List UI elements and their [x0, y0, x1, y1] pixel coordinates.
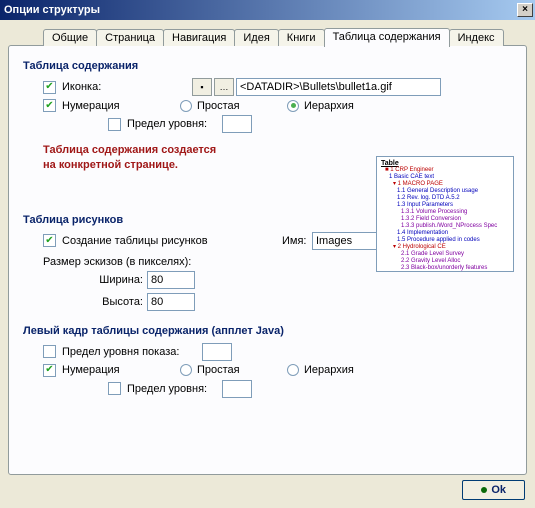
tab-panel: Таблица содержания ✔ Иконка: ▪ … ✔ Нумер…: [8, 45, 527, 475]
window-title: Опции структуры: [4, 4, 100, 16]
lf-level-limit-label: Предел уровня:: [127, 383, 222, 395]
lf-hier-label: Иерархия: [304, 364, 354, 376]
close-button[interactable]: ×: [517, 3, 533, 17]
lf-level-limit-input[interactable]: [222, 380, 252, 398]
figs-width-label: Ширина:: [93, 274, 143, 286]
ok-icon: [481, 487, 487, 493]
icon-path-input[interactable]: [236, 78, 441, 96]
figs-size-label: Размер эскизов (в пикселях):: [43, 256, 191, 268]
icon-browse-button[interactable]: …: [214, 78, 234, 96]
lf-showlevel-checkbox[interactable]: [43, 345, 56, 358]
tab-strip: Общие Страница Навигация Идея Книги Табл…: [43, 28, 527, 46]
lf-showlevel-input[interactable]: [202, 343, 232, 361]
ok-button[interactable]: Ok: [462, 480, 525, 500]
lf-level-limit-checkbox[interactable]: [108, 382, 121, 395]
lf-numbering-label: Нумерация: [62, 364, 152, 376]
toc-icon-checkbox[interactable]: ✔: [43, 81, 56, 94]
toc-level-limit-label: Предел уровня:: [127, 118, 222, 130]
figs-create-checkbox[interactable]: ✔: [43, 234, 56, 247]
toc-icon-label: Иконка:: [62, 81, 152, 93]
tab-toc[interactable]: Таблица содержания: [324, 28, 450, 47]
figs-name-label: Имя:: [282, 235, 312, 247]
ok-label: Ok: [491, 484, 506, 496]
dialog-body: Общие Страница Навигация Идея Книги Табл…: [0, 20, 535, 508]
figs-width-input[interactable]: [147, 271, 195, 289]
icon-preview-button[interactable]: ▪: [192, 78, 212, 96]
toc-hier-radio[interactable]: [287, 100, 299, 112]
lf-simple-radio[interactable]: [180, 364, 192, 376]
tab-idea[interactable]: Идея: [234, 29, 278, 46]
tab-page[interactable]: Страница: [96, 29, 164, 46]
lf-showlevel-label: Предел уровня показа:: [62, 346, 202, 358]
title-bar: Опции структуры ×: [0, 0, 535, 20]
toc-numbering-checkbox[interactable]: ✔: [43, 99, 56, 112]
toc-hier-label: Иерархия: [304, 100, 354, 112]
toc-simple-label: Простая: [197, 100, 267, 112]
tab-index[interactable]: Индекс: [449, 29, 504, 46]
lf-simple-label: Простая: [197, 364, 267, 376]
toc-level-limit-checkbox[interactable]: [108, 118, 121, 131]
tab-books[interactable]: Книги: [278, 29, 325, 46]
leftframe-section-title: Левый кадр таблицы содержания (апплет Ja…: [23, 325, 512, 337]
toc-level-limit-input[interactable]: [222, 115, 252, 133]
figs-create-label: Создание таблицы рисунков: [62, 235, 242, 247]
lf-hier-radio[interactable]: [287, 364, 299, 376]
tab-navigation[interactable]: Навигация: [163, 29, 235, 46]
figs-height-label: Высота:: [93, 296, 143, 308]
toc-section-title: Таблица содержания: [23, 60, 512, 72]
lf-numbering-checkbox[interactable]: ✔: [43, 364, 56, 377]
toc-numbering-label: Нумерация: [62, 100, 152, 112]
tab-general[interactable]: Общие: [43, 29, 97, 46]
toc-simple-radio[interactable]: [180, 100, 192, 112]
figs-height-input[interactable]: [147, 293, 195, 311]
preview-title: Table: [381, 160, 509, 167]
toc-preview: Table ■ 1 CRP Engineer 1 Basic CAE text …: [376, 156, 514, 272]
